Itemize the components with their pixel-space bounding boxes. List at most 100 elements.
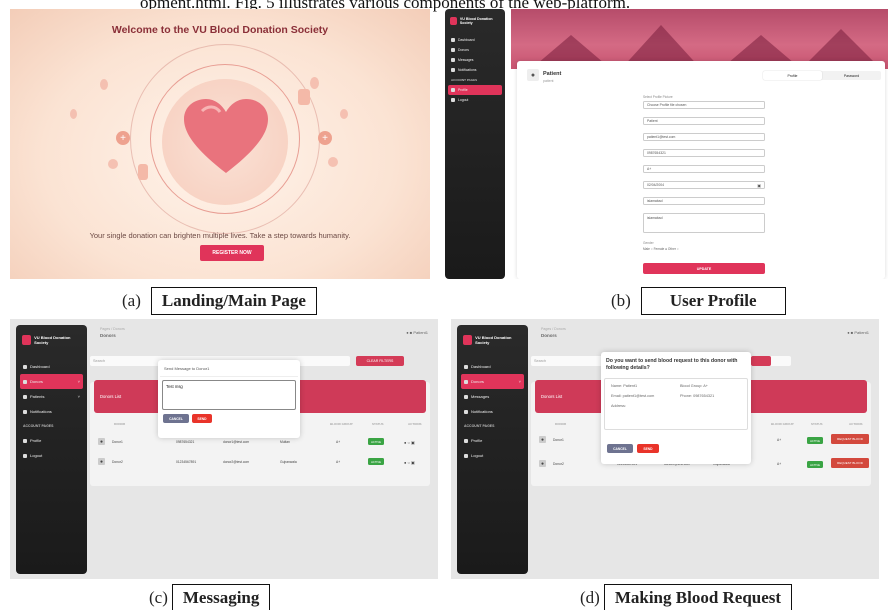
- send-button[interactable]: SEND: [192, 414, 212, 423]
- caption-title: Messaging: [171, 584, 271, 610]
- sidebar-item-profile[interactable]: Profile: [16, 433, 87, 448]
- caption-d: (d) Making Blood Request: [580, 584, 793, 610]
- clear-filters-button[interactable]: [751, 356, 771, 366]
- sidebar-item-label: Notifications: [458, 68, 477, 72]
- logout-icon: [23, 453, 27, 458]
- sidebar-section-label: ACCOUNT PAGES: [464, 424, 495, 428]
- heart-icon: [451, 48, 455, 52]
- blood-group-field[interactable]: A+: [643, 165, 765, 173]
- send-button[interactable]: SEND: [637, 444, 659, 453]
- sidebar-item-messages[interactable]: Messages: [457, 389, 528, 404]
- city-field[interactable]: islamabad: [643, 197, 765, 205]
- name-field[interactable]: Patient: [643, 117, 765, 125]
- gender-label: Gender: [643, 241, 654, 245]
- update-button[interactable]: UPDATE: [643, 263, 765, 274]
- request-blood-button[interactable]: REQUEST BLOOD: [831, 458, 869, 468]
- column-header: DONOR: [555, 422, 567, 426]
- sidebar-logo: VU Blood Donation Society: [463, 335, 522, 345]
- tab-profile[interactable]: Profile: [763, 71, 822, 80]
- sidebar-item-notifications[interactable]: Notifications: [445, 65, 505, 75]
- dashboard-icon: [23, 364, 27, 369]
- sidebar-item-dashboard[interactable]: Dashboard: [457, 359, 528, 374]
- cancel-button[interactable]: CANCEL: [163, 414, 189, 423]
- calendar-icon[interactable]: ▣: [757, 183, 761, 188]
- profile-page-screenshot: VU Blood Donation Society Dashboard Dono…: [441, 9, 888, 279]
- profile-role: patient: [543, 79, 554, 83]
- bell-icon: [23, 409, 27, 414]
- bell-icon[interactable]: ●: [847, 330, 849, 335]
- person-icon: [464, 438, 468, 443]
- drop-icon: [108, 159, 118, 169]
- messaging-screenshot: VU Blood Donation Society Dashboard Dono…: [10, 319, 438, 579]
- table-row[interactable]: ● Donor2 01234567891 donor2@test.com Guj…: [90, 458, 430, 468]
- action-icons[interactable]: ● ○ ▣: [404, 440, 415, 445]
- breadcrumb: Pages / Donors: [541, 327, 566, 331]
- logo-icon: [450, 17, 457, 25]
- sidebar-item-messages[interactable]: Messages: [445, 55, 505, 65]
- address-field[interactable]: islamabad: [643, 213, 765, 233]
- sidebar-item-label: Messages: [471, 394, 490, 399]
- table-row[interactable]: ● Donor1 0987654321 donor1@test.com Mult…: [90, 438, 430, 448]
- drop-icon: [340, 109, 348, 119]
- sidebar-item-donors[interactable]: Donors ˅: [20, 374, 83, 389]
- file-input[interactable]: Choose Profile file chosen: [643, 101, 765, 109]
- heart-icon: [464, 379, 468, 384]
- phone-field[interactable]: 0987654321: [643, 149, 765, 157]
- dob-field[interactable]: 02/04/2004 ▣: [643, 181, 765, 189]
- sidebar-item-label: Dashboard: [458, 38, 475, 42]
- page-title: Donors: [541, 333, 557, 338]
- cell-email: donor1@test.com: [223, 440, 250, 444]
- cell-email: donor2@test.com: [223, 460, 250, 464]
- sidebar-section-label: ACCOUNT PAGES: [23, 424, 54, 428]
- register-button[interactable]: REGISTER NOW: [200, 245, 264, 261]
- person-icon: [23, 438, 27, 443]
- gender-options[interactable]: Male ○ Female ● Other ○: [643, 247, 679, 251]
- profile-banner: [511, 9, 888, 69]
- breadcrumb: Pages / Donors: [100, 327, 125, 331]
- caption-letter: (b): [611, 291, 631, 310]
- user-menu[interactable]: ● ■ Patient1: [847, 330, 869, 335]
- sidebar-item-notifications[interactable]: Notifications: [457, 404, 528, 419]
- sidebar-item-donors[interactable]: Donors: [445, 45, 505, 55]
- sidebar-item-label: Patients: [30, 394, 45, 399]
- request-blood-button[interactable]: REQUEST BLOOD: [831, 434, 869, 444]
- cell-blood-group: A+: [336, 460, 341, 464]
- sidebar-item-profile[interactable]: Profile: [457, 433, 528, 448]
- cancel-button[interactable]: CANCEL: [607, 444, 633, 453]
- profile-card: ● Patient patient Profile Password Selec…: [517, 61, 885, 279]
- caption-letter: (d): [580, 588, 600, 607]
- column-header: DONOR: [114, 422, 126, 426]
- user-name: Patient1: [413, 330, 428, 335]
- avatar: ●: [98, 458, 105, 465]
- detail-blood-group: Blood Group: A+: [680, 384, 708, 388]
- caption-b: (b) User Profile: [611, 287, 786, 315]
- tagline: Your single donation can brighten multip…: [89, 231, 351, 240]
- clear-filters-button[interactable]: CLEAR FILTERS: [356, 356, 404, 366]
- sidebar: VU Blood Donation Society Dashboard Dono…: [445, 9, 505, 279]
- blood-request-modal: Do you want to send blood request to thi…: [601, 352, 751, 464]
- sidebar-item-donors[interactable]: Donors ˅: [461, 374, 524, 389]
- sidebar-item-logout[interactable]: Logout: [16, 448, 87, 463]
- sidebar-item-label: Notifications: [30, 409, 52, 414]
- person-icon: ■: [850, 330, 854, 335]
- person-icon: [23, 394, 27, 399]
- heart-icon: [23, 379, 27, 384]
- column-header: BLOOD GROUP: [330, 422, 353, 426]
- action-icons[interactable]: ● ○ ▣: [404, 460, 415, 465]
- tab-password[interactable]: Password: [822, 71, 881, 80]
- bell-icon[interactable]: ●: [406, 330, 408, 335]
- sidebar-item-logout[interactable]: Logout: [445, 95, 505, 105]
- sidebar-item-label: Profile: [30, 438, 42, 443]
- sidebar-section-label: ACCOUNT PAGES: [451, 78, 478, 82]
- sidebar-item-patients[interactable]: Patients ˅: [16, 389, 87, 404]
- sidebar-item-logout[interactable]: Logout: [457, 448, 528, 463]
- sidebar-item-profile[interactable]: Profile: [448, 85, 502, 95]
- email-field[interactable]: patient1@test.com: [643, 133, 765, 141]
- message-textarea[interactable]: Test msg: [162, 380, 296, 410]
- sidebar-item-label: Profile: [458, 88, 468, 92]
- sidebar-item-notifications[interactable]: Notifications: [16, 404, 87, 419]
- sidebar-item-dashboard[interactable]: Dashboard: [16, 359, 87, 374]
- sidebar-item-dashboard[interactable]: Dashboard: [445, 35, 505, 45]
- user-menu[interactable]: ● ■ Patient1: [406, 330, 428, 335]
- profile-tabs: Profile Password: [763, 71, 881, 80]
